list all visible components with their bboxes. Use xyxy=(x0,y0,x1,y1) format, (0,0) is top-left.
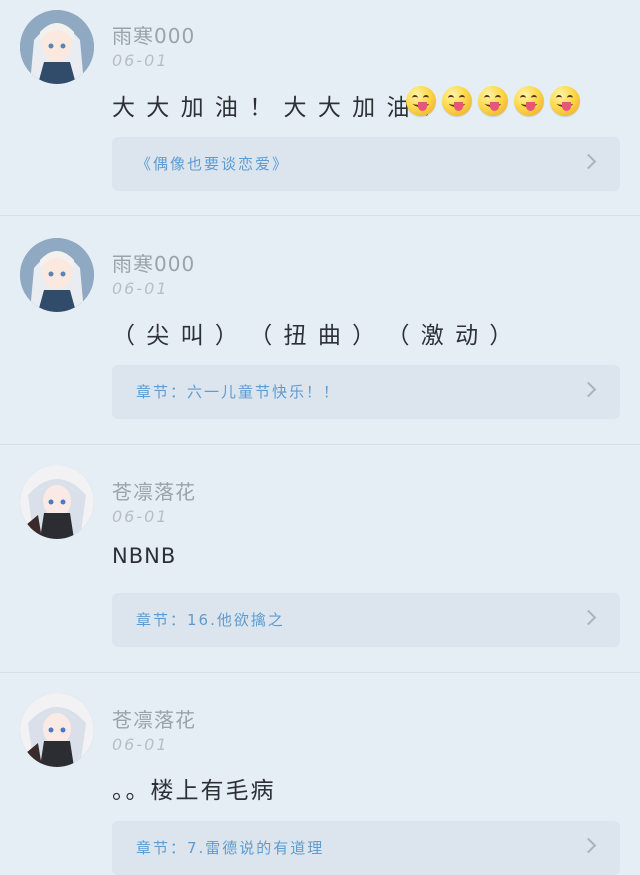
user-avatar[interactable] xyxy=(20,238,94,312)
reference-label: 章节：六一儿童节快乐！！ xyxy=(136,383,341,401)
comment-date: 06-01 xyxy=(112,51,169,70)
yum-face-emoji-icon xyxy=(442,86,472,116)
anime-character-avatar-icon xyxy=(20,693,94,767)
yum-face-emoji-icon xyxy=(514,86,544,116)
chapter-reference-link[interactable]: 章节：16.他欲擒之 xyxy=(112,593,620,647)
comment-date: 06-01 xyxy=(112,279,169,298)
username[interactable]: 苍凛落花 xyxy=(112,704,196,733)
comment-item: 苍凛落花 06-01 。。楼上有毛病 章节：7.雷德说的有道理 xyxy=(0,673,640,875)
anime-girl-avatar-icon xyxy=(20,10,94,84)
comment-text: （ 尖 叫 ） （ 扭 曲 ） （ 激 动 ） xyxy=(112,323,515,349)
anime-character-avatar-icon xyxy=(20,465,94,539)
user-avatar[interactable] xyxy=(20,465,94,539)
yum-face-emoji-icon xyxy=(478,86,508,116)
yum-face-emoji-icon xyxy=(406,86,436,116)
username[interactable]: 雨寒000 xyxy=(112,20,195,49)
chapter-reference-link[interactable]: 《偶像也要谈恋爱》 xyxy=(112,137,620,191)
username[interactable]: 雨寒000 xyxy=(112,248,195,277)
comment-text: 大 大 加 油 ！ 大 大 加 油 ！ xyxy=(112,95,446,121)
comment-item: 苍凛落花 06-01 NBNB 章节：16.他欲擒之 xyxy=(0,445,640,672)
anime-girl-avatar-icon xyxy=(20,238,94,312)
comment-date: 06-01 xyxy=(112,507,169,526)
comment-text: 。。楼上有毛病 xyxy=(112,778,276,804)
reference-label: 《偶像也要谈恋爱》 xyxy=(136,155,290,173)
chapter-reference-link[interactable]: 章节：7.雷德说的有道理 xyxy=(112,821,620,875)
chevron-right-icon xyxy=(580,381,597,398)
comment-text: NBNB xyxy=(112,544,177,568)
emoji-row xyxy=(406,86,580,116)
chevron-right-icon xyxy=(580,153,597,170)
comment-item: 雨寒000 06-01 大 大 加 油 ！ 大 大 加 油 ！ 《偶像也要谈恋爱… xyxy=(0,0,640,215)
reference-label: 章节：16.他欲擒之 xyxy=(136,611,285,629)
yum-face-emoji-icon xyxy=(550,86,580,116)
chevron-right-icon xyxy=(580,609,597,626)
user-avatar[interactable] xyxy=(20,693,94,767)
username[interactable]: 苍凛落花 xyxy=(112,476,196,505)
reference-label: 章节：7.雷德说的有道理 xyxy=(136,839,325,857)
comment-date: 06-01 xyxy=(112,735,169,754)
chapter-reference-link[interactable]: 章节：六一儿童节快乐！！ xyxy=(112,365,620,419)
comment-item: 雨寒000 06-01 （ 尖 叫 ） （ 扭 曲 ） （ 激 动 ） 章节：六… xyxy=(0,216,640,444)
chevron-right-icon xyxy=(580,837,597,854)
user-avatar[interactable] xyxy=(20,10,94,84)
